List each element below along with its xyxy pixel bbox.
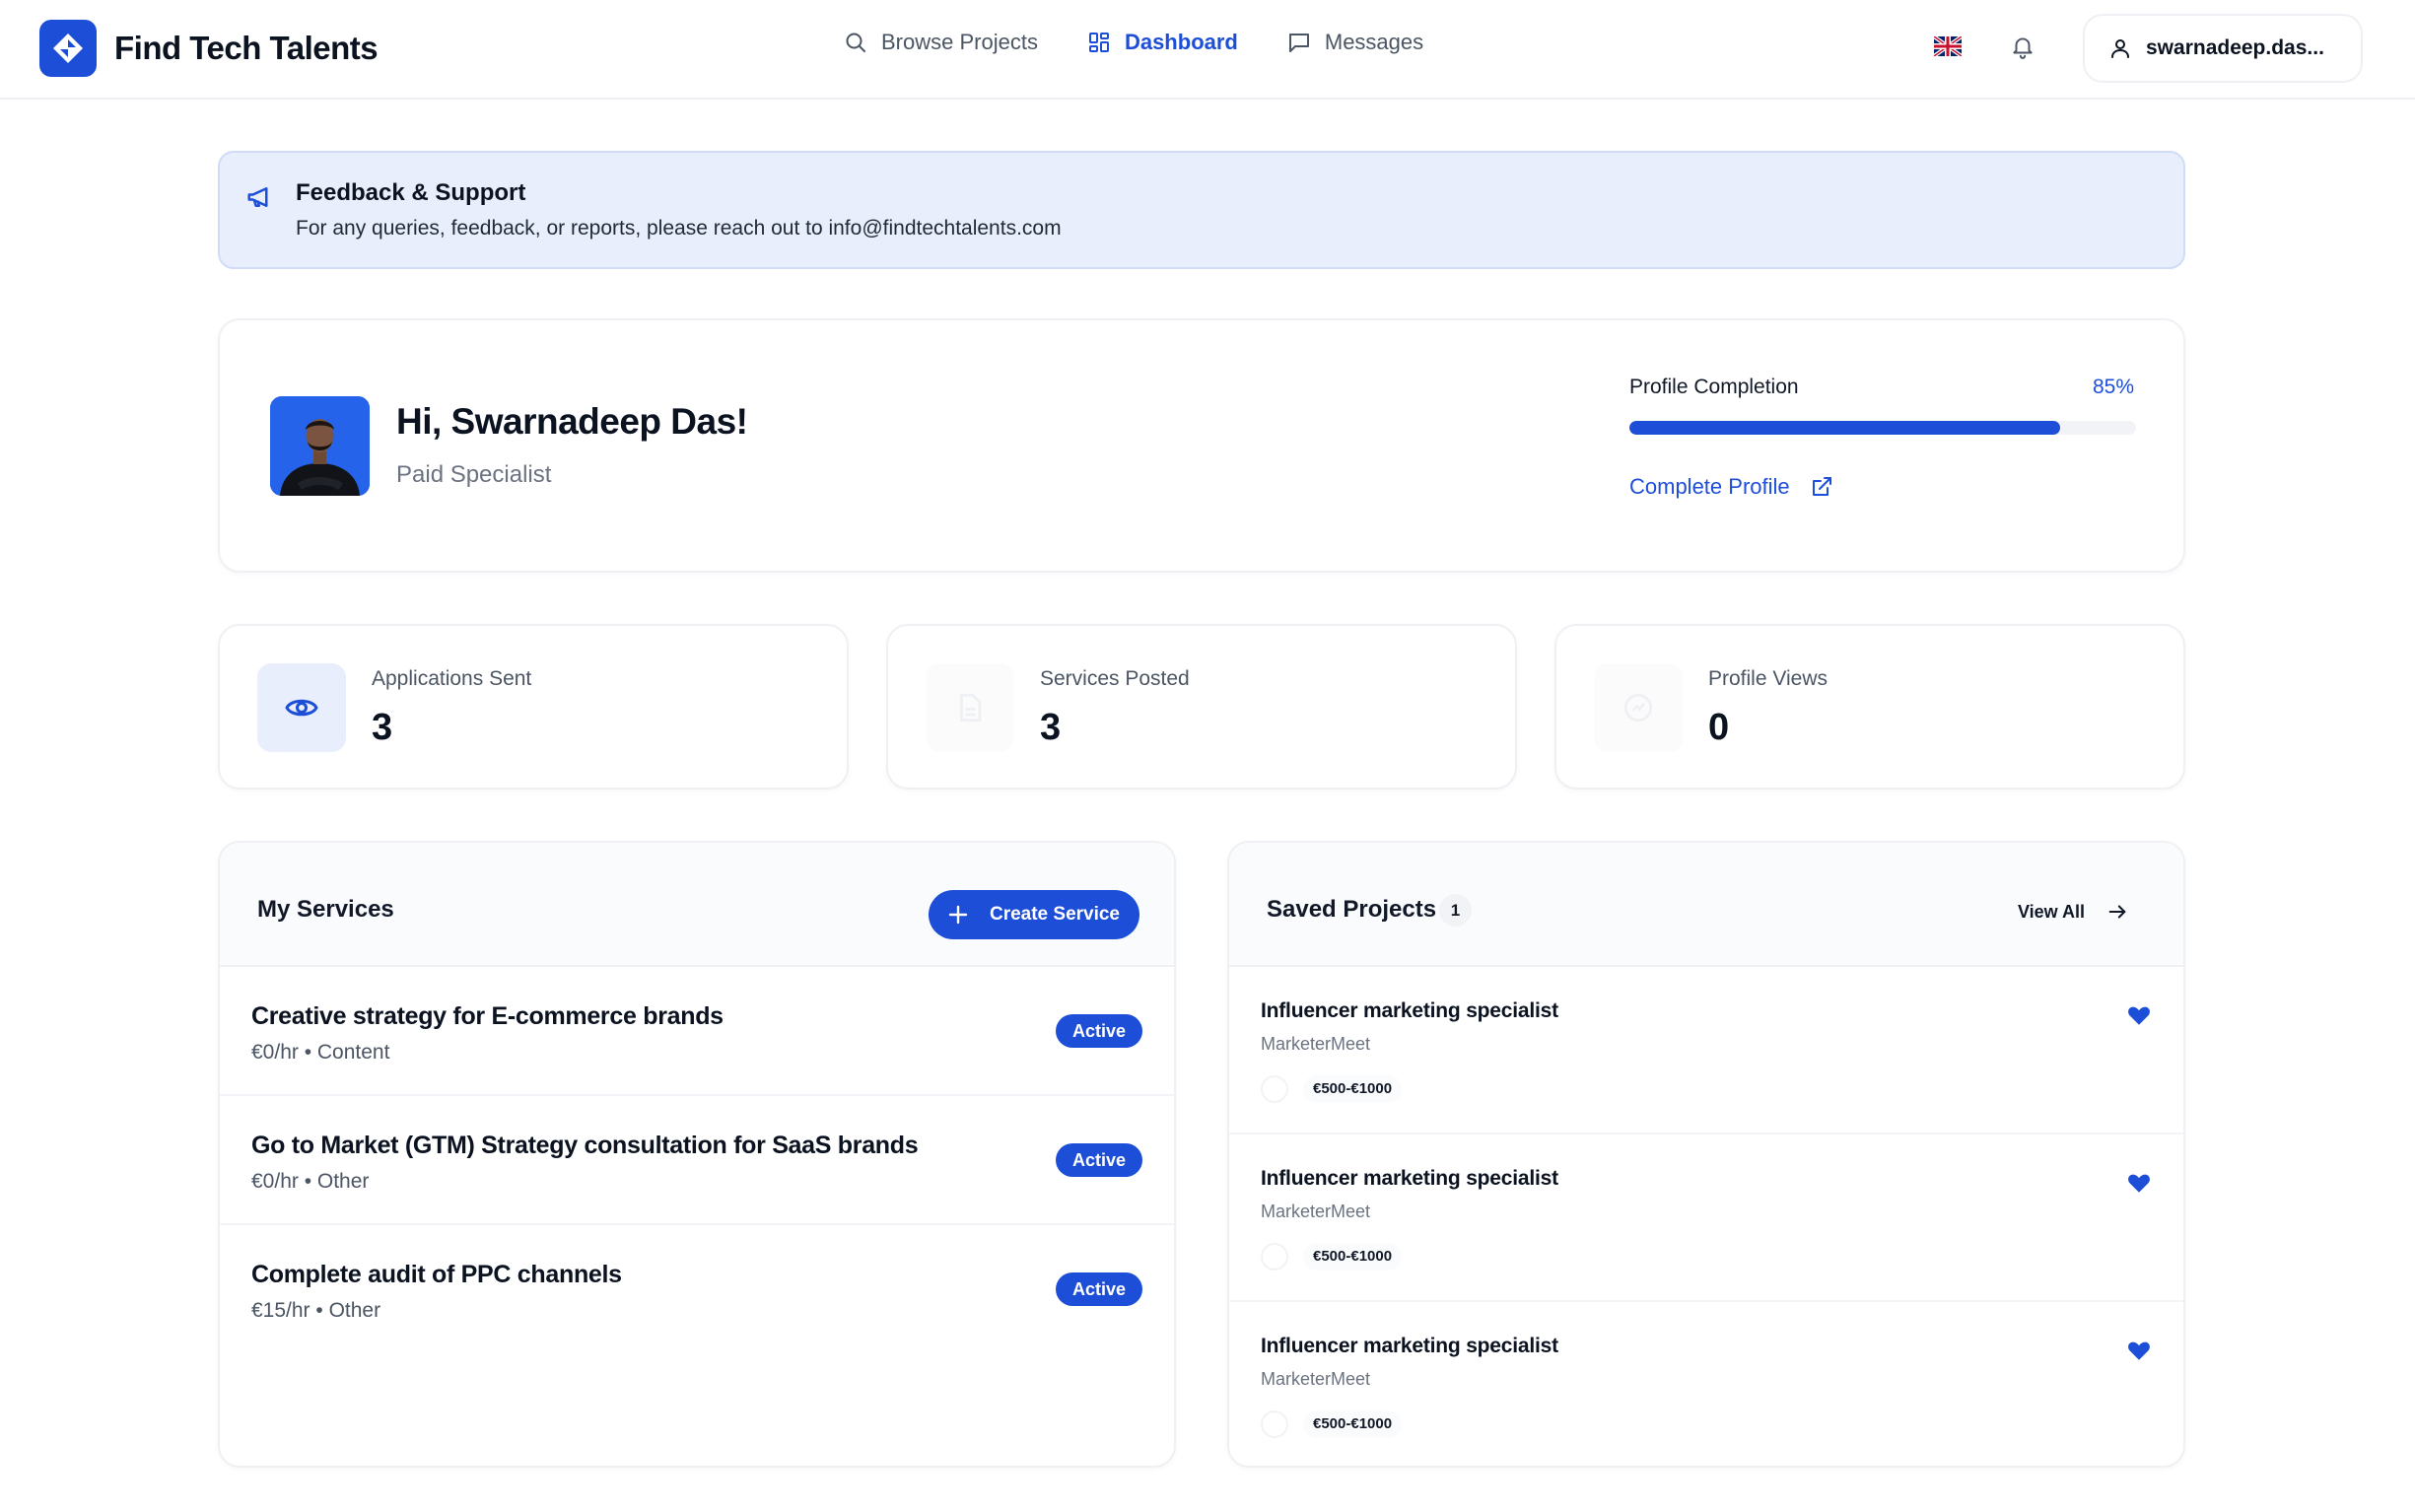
stat-icon-wrap <box>1594 663 1683 752</box>
profile-completion-fill <box>1629 421 2060 435</box>
message-icon <box>1288 34 1309 52</box>
project-budget: €500-€1000 <box>1303 1075 1403 1103</box>
user-role: Paid Specialist <box>396 461 552 488</box>
view-all-link[interactable]: View All <box>2018 901 2128 923</box>
plus-icon <box>948 905 968 925</box>
feedback-banner: Feedback & Support For any queries, feed… <box>218 151 2185 269</box>
nav-dashboard[interactable]: Dashboard <box>1087 30 1238 55</box>
service-meta: €15/hr • Other <box>251 1299 381 1322</box>
profile-completion-bar <box>1629 421 2136 435</box>
service-row[interactable]: Complete audit of PPC channels €15/hr • … <box>220 1225 1174 1354</box>
banner-text: For any queries, feedback, or reports, p… <box>296 217 1062 240</box>
arrow-right-icon <box>2108 905 2126 919</box>
view-all-label: View All <box>2017 901 2085 922</box>
top-navigation-bar: Find Tech Talents Browse Projects Dashbo… <box>0 0 2415 100</box>
bell-icon[interactable] <box>2010 34 2036 59</box>
welcome-card: Hi, Swarnadeep Das! Paid Specialist Prof… <box>218 318 2185 573</box>
nav-messages[interactable]: Messages <box>1287 30 1423 55</box>
saved-project-row[interactable]: Influencer marketing specialist Marketer… <box>1229 1302 2183 1466</box>
stat-card-profile-views: Profile Views 0 <box>1554 624 2185 790</box>
status-badge: Active <box>1055 1272 1142 1306</box>
brand[interactable]: Find Tech Talents <box>39 20 379 77</box>
user-name: swarnadeep.das... <box>2146 36 2324 59</box>
company-logo <box>1261 1410 1288 1438</box>
saved-project-row[interactable]: Influencer marketing specialist Marketer… <box>1229 1134 2183 1302</box>
company-logo <box>1261 1243 1288 1271</box>
avatar <box>270 396 370 496</box>
project-title: Influencer marketing specialist <box>1261 1335 1558 1357</box>
external-link-icon <box>1812 477 1831 496</box>
stat-value: 3 <box>372 707 393 748</box>
my-services-header: My Services Create Service <box>220 843 1174 967</box>
project-company: MarketerMeet <box>1261 1202 1371 1221</box>
saved-projects-header: Saved Projects 1 View All <box>1229 843 2183 967</box>
chart-icon <box>1623 693 1653 722</box>
stat-label: Services Posted <box>1040 667 1190 690</box>
greeting: Hi, Swarnadeep Das! <box>396 401 748 442</box>
heart-icon[interactable] <box>2126 1170 2152 1196</box>
saved-projects-panel: Saved Projects 1 View All Influencer mar… <box>1227 841 2185 1468</box>
my-services-panel: My Services Create Service Creative stra… <box>218 841 1176 1468</box>
project-company: MarketerMeet <box>1261 1034 1371 1054</box>
company-logo <box>1261 1075 1288 1103</box>
nav-browse-projects[interactable]: Browse Projects <box>844 30 1038 55</box>
nav-label: Browse Projects <box>881 30 1038 54</box>
project-budget: €500-€1000 <box>1303 1410 1403 1438</box>
main-nav: Browse Projects Dashboard Messages <box>844 30 1473 55</box>
project-budget: €500-€1000 <box>1303 1243 1403 1271</box>
brand-name: Find Tech Talents <box>114 30 379 66</box>
user-menu-button[interactable]: swarnadeep.das... <box>2083 14 2363 83</box>
project-company: MarketerMeet <box>1261 1369 1371 1389</box>
project-title: Influencer marketing specialist <box>1261 999 1558 1022</box>
service-title: Complete audit of PPC channels <box>251 1261 622 1288</box>
dashboard-grid-icon <box>1088 33 1109 52</box>
service-row[interactable]: Creative strategy for E-commerce brands … <box>220 967 1174 1096</box>
profile-completion-label: Profile Completion <box>1629 376 1799 398</box>
status-badge: Active <box>1055 1014 1142 1048</box>
stat-card-services: Services Posted 3 <box>886 624 1517 790</box>
saved-project-row[interactable]: Influencer marketing specialist Marketer… <box>1229 967 2183 1134</box>
saved-projects-title: Saved Projects <box>1267 896 1437 923</box>
brand-logo-icon <box>39 20 97 77</box>
service-row[interactable]: Go to Market (GTM) Strategy consultation… <box>220 1096 1174 1225</box>
nav-label: Dashboard <box>1124 30 1238 54</box>
service-title: Creative strategy for E-commerce brands <box>251 1002 724 1030</box>
my-services-title: My Services <box>257 896 394 923</box>
banner-title: Feedback & Support <box>296 179 526 206</box>
heart-icon[interactable] <box>2126 1338 2152 1363</box>
complete-profile-label: Complete Profile <box>1629 474 1790 499</box>
profile-completion-value: 85% <box>2092 376 2134 398</box>
stat-value: 3 <box>1040 707 1062 748</box>
service-meta: €0/hr • Other <box>251 1170 370 1193</box>
heart-icon[interactable] <box>2126 1002 2152 1028</box>
uk-flag-icon[interactable] <box>1934 36 1962 56</box>
saved-count-badge: 1 <box>1439 894 1472 927</box>
stat-label: Profile Views <box>1708 667 1828 690</box>
complete-profile-link[interactable]: Complete Profile <box>1629 474 1833 500</box>
stat-icon-wrap <box>926 663 1014 752</box>
service-meta: €0/hr • Content <box>251 1041 390 1064</box>
stat-icon-wrap <box>257 663 346 752</box>
create-service-button[interactable]: Create Service <box>929 890 1139 939</box>
create-service-label: Create Service <box>989 904 1121 925</box>
stat-value: 0 <box>1708 707 1730 748</box>
status-badge: Active <box>1055 1143 1142 1177</box>
megaphone-icon <box>247 187 268 207</box>
service-title: Go to Market (GTM) Strategy consultation… <box>251 1132 919 1159</box>
eye-icon <box>285 699 318 717</box>
search-icon <box>846 33 865 52</box>
stat-label: Applications Sent <box>372 667 532 690</box>
stat-card-applications: Applications Sent 3 <box>218 624 849 790</box>
project-title: Influencer marketing specialist <box>1261 1167 1558 1190</box>
nav-label: Messages <box>1324 30 1424 54</box>
user-icon <box>2111 39 2129 58</box>
document-icon <box>960 693 982 722</box>
